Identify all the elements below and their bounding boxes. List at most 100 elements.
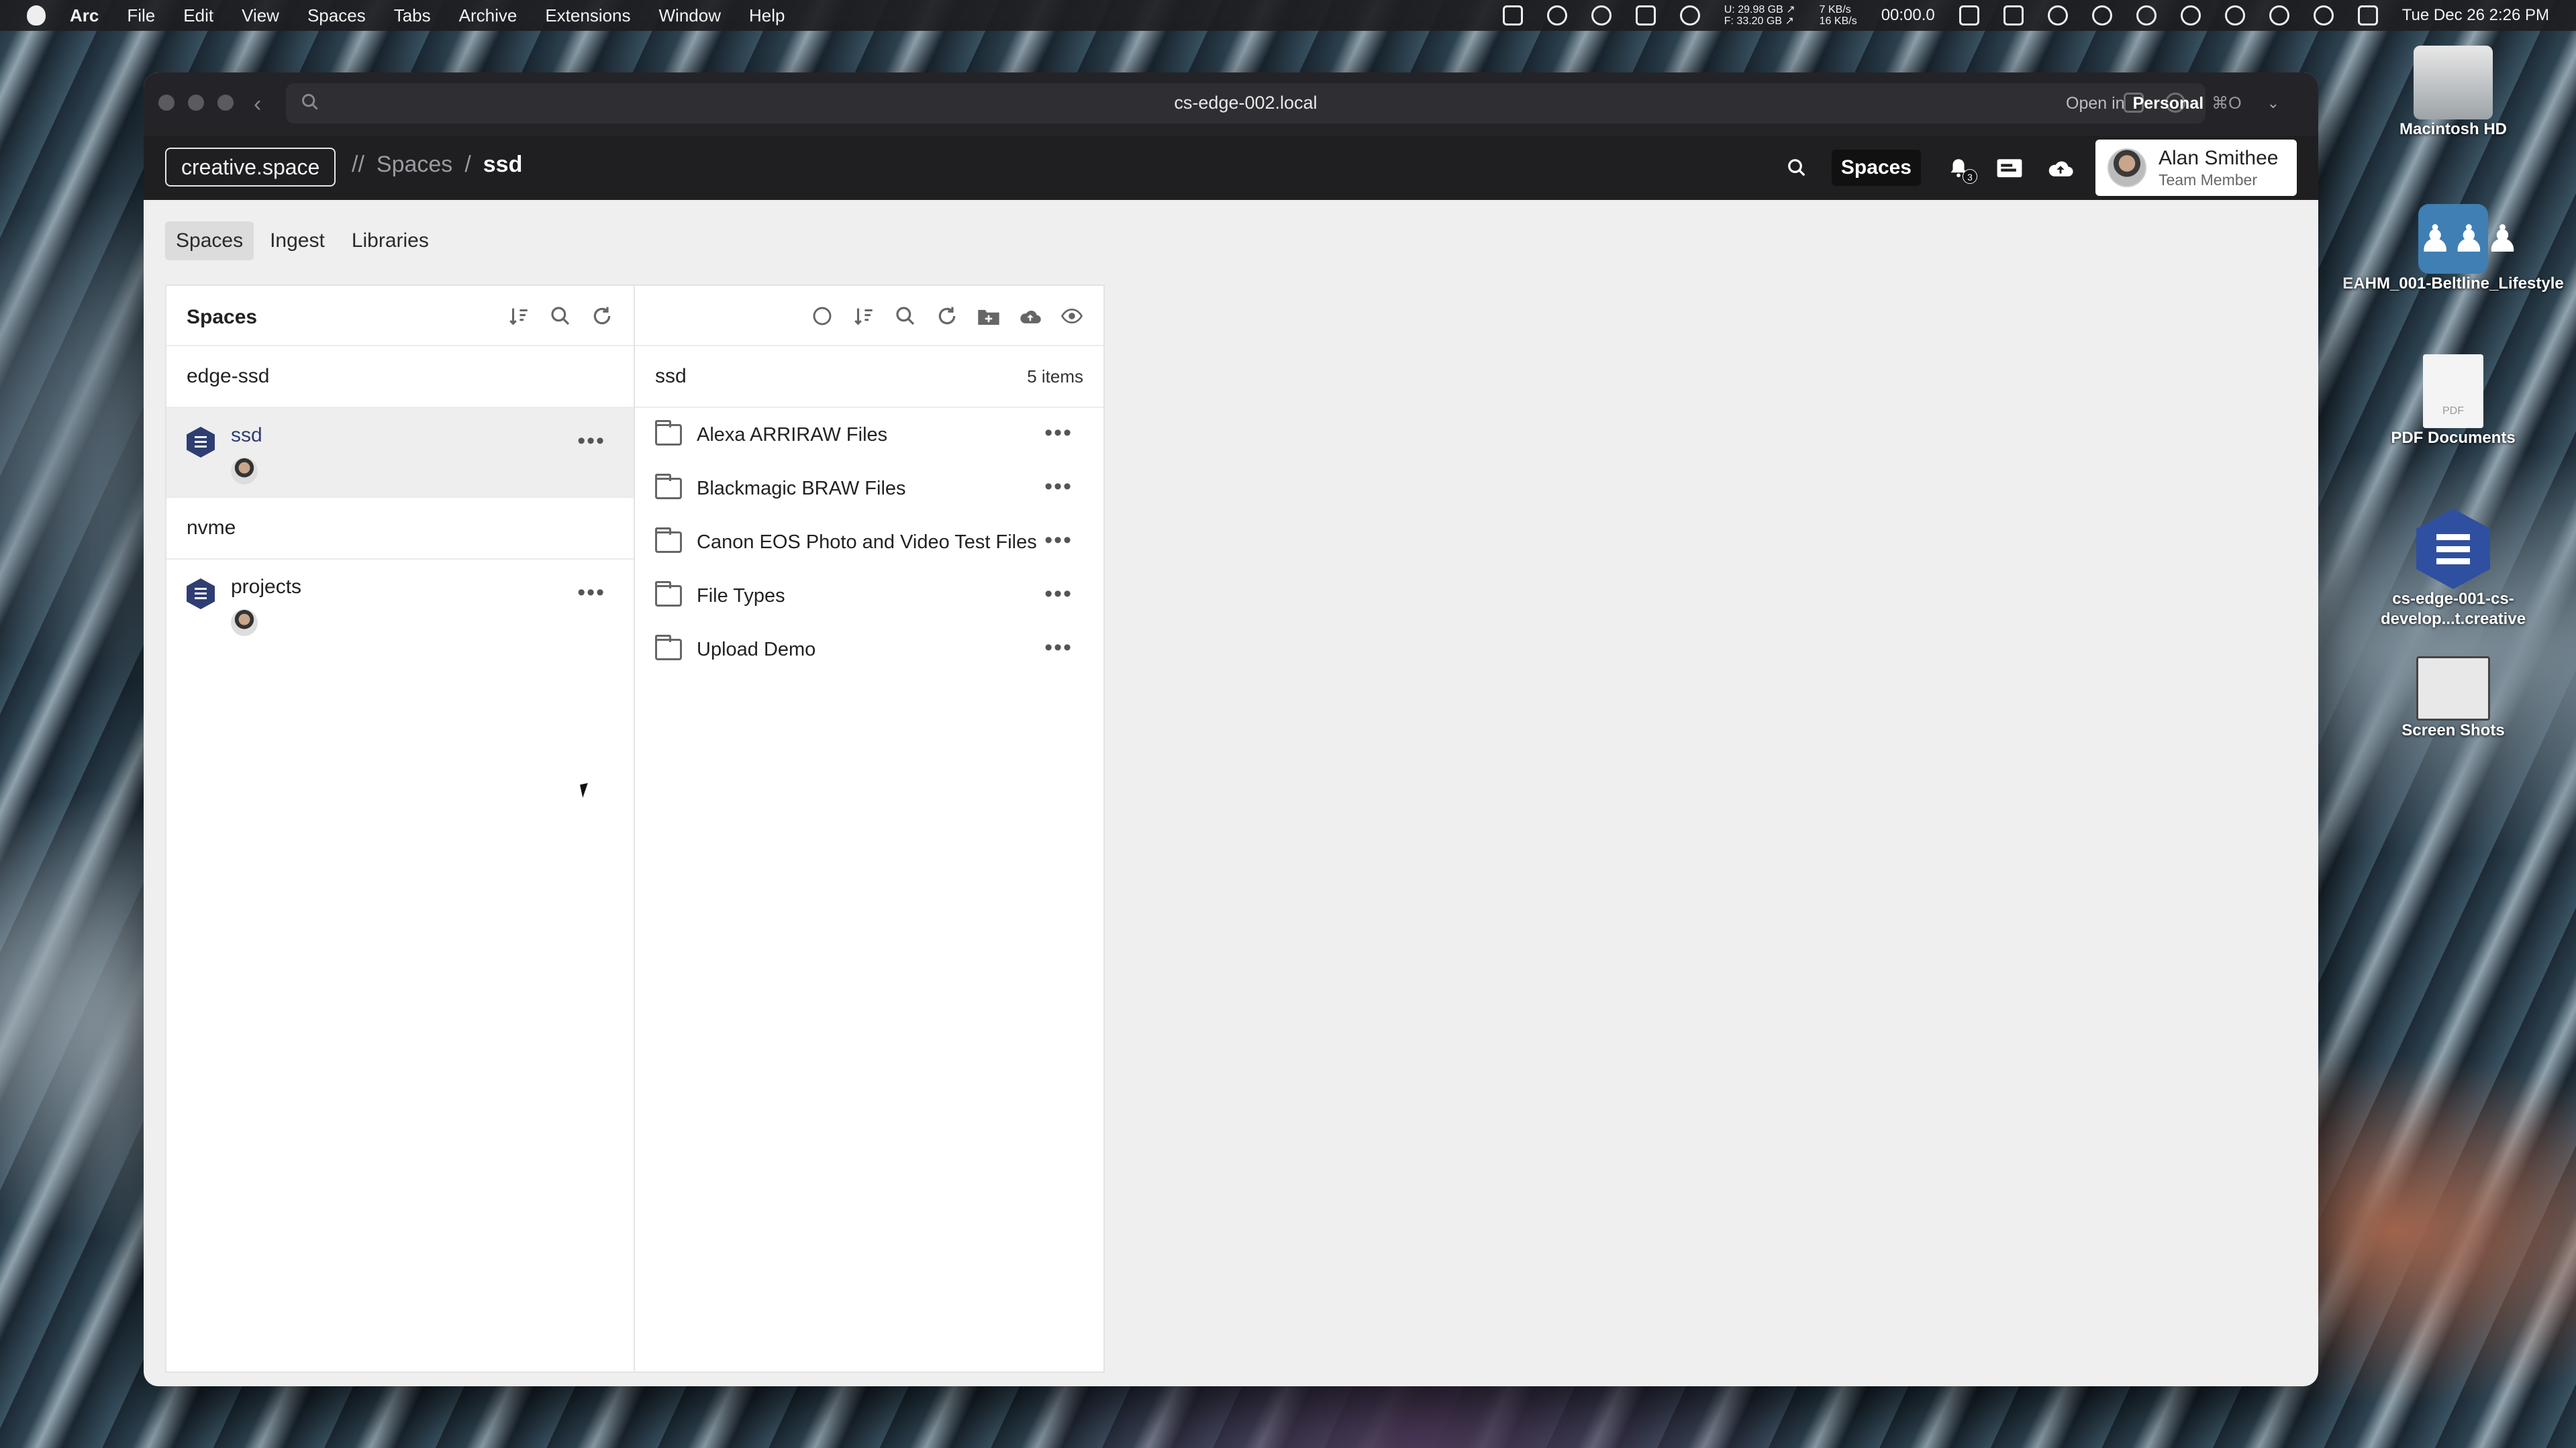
record-icon[interactable] <box>1591 5 1612 25</box>
play-icon[interactable] <box>2224 5 2245 25</box>
more-options-icon[interactable]: ••• <box>577 580 605 606</box>
p-app-icon[interactable] <box>2047 5 2068 25</box>
spaces-button[interactable]: Spaces <box>1831 150 1921 186</box>
tab-ingest[interactable]: Ingest <box>259 221 336 260</box>
more-options-icon[interactable]: ••• <box>1044 527 1073 554</box>
header-search-icon[interactable] <box>1781 152 1813 184</box>
apple-menu-icon[interactable] <box>27 5 46 25</box>
refresh-icon[interactable] <box>936 305 958 327</box>
minimize-window-icon[interactable] <box>188 95 204 111</box>
volume-icon[interactable] <box>2091 5 2112 25</box>
space-name: projects <box>231 576 302 598</box>
spaces-panel-header: Spaces <box>166 286 634 346</box>
folder-row[interactable]: Blackmagic BRAW Files ••• <box>635 462 1103 515</box>
more-options-icon[interactable]: ••• <box>1044 581 1073 607</box>
preview-eye-icon[interactable] <box>1060 305 1083 327</box>
menu-spaces[interactable]: Spaces <box>307 5 366 26</box>
folder-row[interactable]: File Types ••• <box>635 569 1103 623</box>
new-folder-icon[interactable] <box>977 305 1000 327</box>
url-bar[interactable]: cs-edge-002.local <box>286 83 2206 123</box>
space-item-projects[interactable]: projects ••• <box>166 560 634 650</box>
upload-cloud-icon[interactable] <box>1019 305 1042 327</box>
user-name: Alan Smithee <box>2159 146 2279 169</box>
folder-row[interactable]: Upload Demo ••• <box>635 623 1103 676</box>
menu-window[interactable]: Window <box>659 5 721 26</box>
menu-bar: Arc File Edit View Spaces Tabs Archive E… <box>0 0 2576 31</box>
avatar <box>231 458 258 484</box>
folder-header: ssd 5 items <box>635 346 1103 408</box>
space-item-ssd[interactable]: ssd ••• <box>166 408 634 498</box>
breadcrumb-separator: // <box>352 152 364 177</box>
desktop-item-cs-edge-001[interactable]: cs-edge-001-cs-develop...t.creative <box>2342 509 2564 629</box>
desktop-item-pdf-documents[interactable]: PDF PDF Documents <box>2342 354 2564 448</box>
more-options-icon[interactable]: ••• <box>577 428 605 454</box>
screen-share-icon[interactable] <box>2003 5 2024 25</box>
list-icon[interactable] <box>1502 5 1523 25</box>
checklist-icon[interactable] <box>1635 5 1656 25</box>
menu-edit[interactable]: Edit <box>183 5 213 26</box>
user-profile-card[interactable]: Alan Smithee Team Member <box>2095 140 2297 196</box>
menu-help[interactable]: Help <box>749 5 785 26</box>
sort-icon[interactable] <box>852 305 875 327</box>
more-options-icon[interactable]: ••• <box>1044 420 1073 446</box>
zoom-window-icon[interactable] <box>217 95 234 111</box>
search-icon[interactable] <box>894 305 917 327</box>
breadcrumb: // Spaces / ssd <box>352 152 522 178</box>
desktop-item-label: PDF Documents <box>2391 429 2516 447</box>
control-center-icon[interactable] <box>2357 5 2378 25</box>
timer-readout[interactable]: 00:00.0 <box>1881 6 1935 25</box>
upload-cloud-icon[interactable] <box>2044 152 2077 184</box>
folder-panel-toolbar <box>811 305 1083 327</box>
refresh-icon[interactable] <box>591 305 613 327</box>
disk-stats[interactable]: U: 29.98 GB ↗ F: 33.20 GB ↗ <box>1724 4 1795 27</box>
menu-clock[interactable]: Tue Dec 26 2:26 PM <box>2402 6 2549 25</box>
desktop-item-eahm[interactable]: ♟♟♟ EAHM_001-Beltline_Lifestyle <box>2342 204 2564 294</box>
spotlight-search-icon[interactable] <box>2313 5 2334 25</box>
more-options-icon[interactable]: ••• <box>1044 635 1073 661</box>
brand-logo[interactable]: creative.space <box>165 148 336 187</box>
creative-cloud-icon[interactable] <box>1546 5 1567 25</box>
file-manager-icon[interactable] <box>1993 152 2026 184</box>
main-tabs: Spaces Ingest Libraries <box>165 221 440 260</box>
coffee-icon[interactable] <box>1679 5 1700 25</box>
network-stats[interactable]: 7 KB/s 16 KB/s <box>1820 4 1857 27</box>
folder-icon <box>655 474 682 499</box>
desktop-item-macintosh-hd[interactable]: Macintosh HD <box>2342 46 2564 140</box>
breadcrumb-spaces[interactable]: Spaces <box>377 152 452 178</box>
folder-row[interactable]: Canon EOS Photo and Video Test Files ••• <box>635 515 1103 569</box>
disk-free: F: 33.20 GB ↗ <box>1724 15 1794 27</box>
bluetooth-icon[interactable] <box>2136 5 2157 25</box>
back-arrow-icon[interactable]: ‹ <box>254 91 261 117</box>
folder-name: Canon EOS Photo and Video Test Files <box>697 531 1037 553</box>
menu-tabs[interactable]: Tabs <box>394 5 431 26</box>
chevron-down-icon[interactable]: ⌄ <box>2267 95 2279 112</box>
menu-view[interactable]: View <box>242 5 279 26</box>
search-icon[interactable] <box>549 305 572 327</box>
menu-file[interactable]: File <box>127 5 155 26</box>
sort-icon[interactable] <box>507 305 530 327</box>
open-in-profile: Personal <box>2132 93 2204 113</box>
open-in-shortcut: ⌘O <box>2212 94 2242 113</box>
notion-icon[interactable] <box>1959 5 1979 25</box>
menu-extensions[interactable]: Extensions <box>545 5 630 26</box>
notifications-bell-icon[interactable]: 3 <box>1942 152 1977 184</box>
select-circle-icon[interactable] <box>811 305 834 327</box>
tab-spaces[interactable]: Spaces <box>165 221 254 260</box>
desktop-item-screen-shots[interactable]: Screen Shots <box>2342 656 2564 741</box>
folder-name: Alexa ARRIRAW Files <box>697 423 888 446</box>
folder-panel-header <box>635 286 1103 346</box>
spaces-panel: Spaces edge-ssd ssd ••• nvme projects ••… <box>165 285 635 1373</box>
space-group-nvme: nvme <box>166 498 634 560</box>
folder-panel: ssd 5 items Alexa ARRIRAW Files ••• Blac… <box>634 285 1105 1373</box>
folder-row[interactable]: Alexa ARRIRAW Files ••• <box>635 408 1103 462</box>
menu-archive[interactable]: Archive <box>459 5 517 26</box>
user-icon[interactable] <box>2180 5 2201 25</box>
open-in-profile-button[interactable]: Open in Personal ⌘O ⌄ <box>2066 89 2279 118</box>
folder-name: File Types <box>697 584 785 607</box>
menu-app[interactable]: Arc <box>70 5 99 26</box>
tab-libraries[interactable]: Libraries <box>341 221 440 260</box>
more-options-icon[interactable]: ••• <box>1044 474 1073 500</box>
close-window-icon[interactable] <box>158 95 175 111</box>
folder-name: Blackmagic BRAW Files <box>697 477 906 499</box>
wifi-off-icon[interactable] <box>2269 5 2289 25</box>
